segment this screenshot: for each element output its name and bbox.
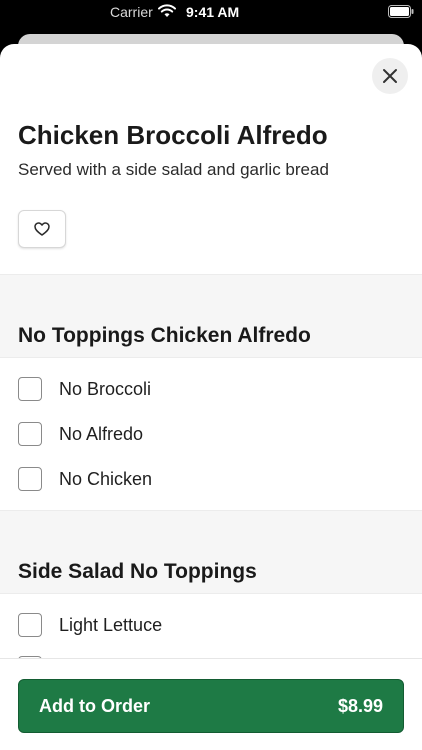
section-header: Side Salad No Toppings — [0, 510, 422, 594]
option-label: No Broccoli — [59, 378, 152, 399]
checkbox[interactable] — [18, 377, 42, 401]
clock-time: 9:41 AM — [186, 4, 240, 20]
option-light-lettuce[interactable]: Light Lettuce — [18, 611, 398, 639]
carrier-label: Carrier — [110, 4, 153, 20]
close-button[interactable] — [372, 58, 408, 94]
option-label: No Alfredo — [59, 423, 144, 444]
section-header: No Toppings Chicken Alfredo — [0, 274, 422, 358]
wifi-icon — [158, 4, 176, 17]
option-label: Light Lettuce — [59, 614, 163, 635]
battery-icon — [388, 5, 414, 18]
item-description: Served with a side salad and garlic brea… — [18, 160, 329, 179]
checkbox[interactable] — [18, 467, 42, 491]
heart-icon — [34, 222, 50, 236]
item-title: Chicken Broccoli Alfredo — [18, 120, 328, 150]
section-title: Side Salad No Toppings — [18, 560, 257, 583]
option-no-alfredo[interactable]: No Alfredo — [18, 420, 398, 448]
section-title: No Toppings Chicken Alfredo — [18, 324, 311, 347]
checkbox[interactable] — [18, 422, 42, 446]
close-icon — [383, 69, 397, 83]
option-no-broccoli[interactable]: No Broccoli — [18, 375, 398, 403]
status-bar: Carrier 9:41 AM — [0, 0, 422, 26]
checkbox[interactable] — [18, 613, 42, 637]
option-label: No Chicken — [59, 468, 153, 489]
option-no-chicken[interactable]: No Chicken — [18, 465, 398, 493]
add-to-order-label: Add to Order — [39, 695, 150, 716]
order-footer: Add to Order $8.99 — [0, 658, 422, 750]
order-price: $8.99 — [337, 695, 383, 716]
add-to-order-button[interactable]: Add to Order $8.99 — [18, 679, 404, 733]
item-detail-sheet: Chicken Broccoli Alfredo Served with a s… — [0, 44, 422, 750]
favorite-button[interactable] — [18, 210, 66, 248]
